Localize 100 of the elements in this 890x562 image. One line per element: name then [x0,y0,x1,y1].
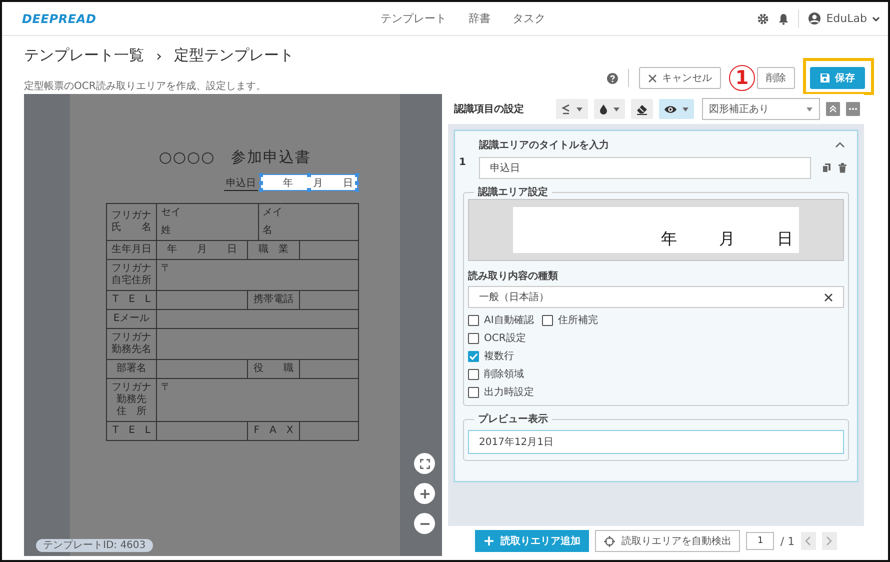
delete-button[interactable]: 削除 [757,67,795,89]
tool-button[interactable] [594,99,625,119]
eraser-icon [636,104,648,114]
form-text: 年 [283,176,293,190]
help-icon[interactable] [607,72,618,84]
resize-handle[interactable] [307,173,311,177]
tool-button[interactable] [659,99,694,119]
form-label: 自宅住所 [112,275,152,287]
user-name[interactable]: EduLab [826,12,867,25]
copy-icon[interactable] [822,163,831,173]
form-label: 勤務先 [116,394,146,406]
chevron-up-icon[interactable] [835,142,845,148]
form-label: 携帯電話 [254,294,294,306]
user-icon[interactable] [808,12,822,25]
nav-link[interactable]: テンプレート [380,11,446,26]
form-text: メイ [262,207,284,219]
checkbox[interactable] [468,368,479,380]
form-label: フリガナ [112,263,152,274]
field-label: 読み取り内容の種類 [468,269,559,283]
form-label: 生年月日 [112,244,152,256]
form-label: 部署名 [116,363,146,375]
less-equal-icon [561,104,571,114]
close-icon[interactable] [648,74,657,82]
form-label: フリガナ [112,210,152,222]
form-label: 役 職 [254,363,294,375]
checkbox[interactable] [468,314,479,326]
form-label: T E L [112,294,150,306]
form-text: 名 [262,225,274,237]
clear-icon[interactable] [824,292,833,302]
section-title: 認識エリア設定 [476,185,549,199]
nav-link[interactable]: 辞書 [468,11,490,26]
template-id-badge: テンプレートID: 4603 [36,539,153,552]
form-text: 〒 [161,382,172,394]
field-label: 認識エリアのタイトルを入力 [479,138,610,152]
scanned-text: 日 [777,229,793,250]
section-title: プレビュー表示 [477,412,549,426]
double-chevron-up-icon[interactable] [826,102,840,116]
checkbox-label[interactable]: 出力時設定 [484,385,534,399]
checkbox[interactable] [468,386,479,398]
checkbox-label[interactable]: 複数行 [484,349,514,363]
fullscreen-button[interactable] [414,453,435,474]
breadcrumb-item[interactable]: テンプレート一覧 [24,46,144,65]
correction-select[interactable]: 図形補正あり [702,98,820,120]
form-label: フリガナ [112,332,152,344]
callout-number: 1 [729,65,755,91]
settings-icon[interactable] [757,12,770,24]
item-number: 1 [459,157,467,168]
cancel-button[interactable]: キャンセル [639,67,721,89]
checkbox[interactable] [468,332,479,344]
more-icon[interactable] [846,102,860,116]
form-text: 〒 [161,263,172,275]
ink-drop-icon [599,104,608,114]
selection-box[interactable]: 年 月 日 [260,174,358,191]
form-label: フリガナ [112,382,152,394]
app-logo[interactable]: DEEPREAD [22,12,96,26]
tool-button[interactable] [556,99,588,119]
auto-detect-button[interactable]: 読取りエリアを自動検出 [595,530,740,552]
resize-handle[interactable] [307,188,311,192]
chevron-right-icon [826,536,832,546]
checkbox[interactable] [542,314,553,326]
page-description: 定型帳票のOCR読み取りエリアを作成、設定します。 [24,80,267,93]
scanned-text: 月 [719,229,735,250]
check-icon [469,352,478,360]
tool-button[interactable] [631,99,653,119]
plus-icon [484,536,494,546]
panel-title: 認識項目の設定 [454,102,524,116]
trash-icon[interactable] [838,163,847,173]
fullscreen-icon [420,458,430,468]
preview-field: 2017年12月1日 [468,430,844,454]
checkbox[interactable] [468,350,479,362]
form-label: F A X [254,425,294,437]
form-text: 日 [343,176,353,190]
document-title: ○○○○ 参加申込書 [158,148,312,167]
form-label: 勤務先名 [112,344,152,356]
plus-icon [420,488,430,498]
caret-icon [613,106,620,112]
caret-icon [576,106,583,112]
checkbox-label[interactable]: 削除領域 [484,367,524,381]
title-input[interactable]: 申込日 [479,157,811,179]
caret-icon [872,16,880,22]
form-text: 姓 [161,225,172,237]
form-text: 月 [313,176,323,190]
scanned-text: 年 [661,229,677,250]
bell-icon[interactable] [778,12,790,24]
nav-link[interactable]: タスク [512,11,546,26]
checkbox-label[interactable]: AI自動確認 [484,313,534,327]
crosshair-icon [604,536,616,546]
checkbox-label[interactable]: OCR設定 [484,331,526,345]
zoom-in-button[interactable] [414,483,435,504]
form-label: 申込日 [224,176,258,191]
form-label: 住 所 [116,406,146,418]
checkbox-label[interactable]: 住所補完 [558,313,598,327]
eye-icon [664,104,677,114]
type-select[interactable]: 一般（日本語） [468,286,844,308]
breadcrumb-separator: › [156,46,162,64]
form-label: Eメール [113,313,150,325]
form-label: 職 業 [258,244,288,256]
zoom-out-button[interactable] [414,513,435,534]
page-total: / 1 [780,534,795,548]
page-field[interactable]: 1 [746,532,774,550]
